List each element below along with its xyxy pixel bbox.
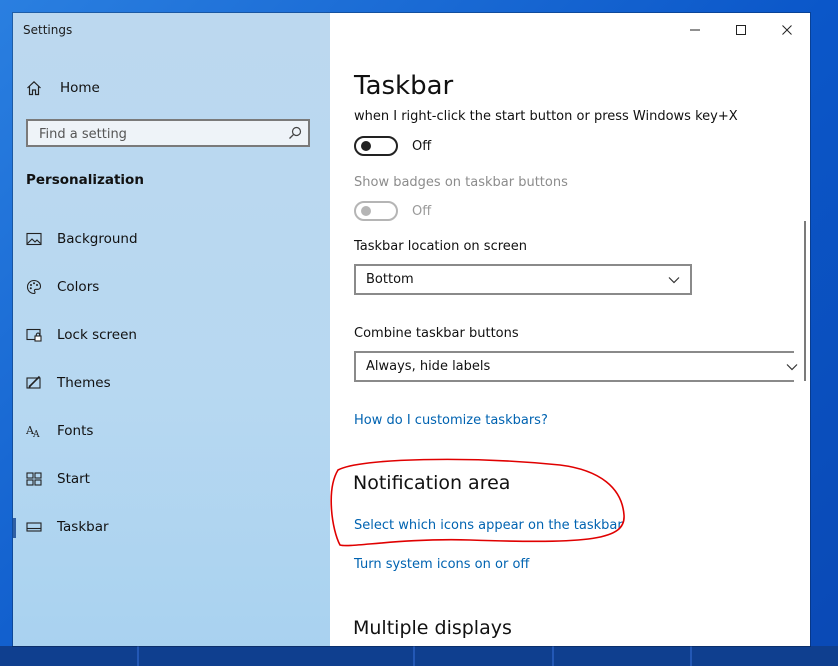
taskbar-location-select[interactable]: Bottom — [354, 264, 692, 295]
sidebar-item-colors[interactable]: Colors — [13, 272, 330, 302]
chevron-down-icon — [668, 277, 680, 284]
settings-window: Settings Home Personalization Background — [13, 13, 810, 646]
select-value: Bottom — [366, 272, 414, 287]
active-indicator — [13, 518, 16, 538]
sidebar-item-label: Colors — [57, 279, 100, 295]
page-title: Taskbar — [354, 71, 454, 101]
location-label: Taskbar location on screen — [354, 239, 528, 254]
sidebar-item-label: Lock screen — [57, 327, 137, 343]
combine-label: Combine taskbar buttons — [354, 326, 519, 341]
main-content: Taskbar when I right-click the start but… — [330, 13, 810, 646]
notification-area-heading: Notification area — [353, 472, 511, 494]
svg-text:A: A — [32, 430, 40, 439]
taskbar-divider — [137, 646, 139, 666]
customize-taskbars-link[interactable]: How do I customize taskbars? — [354, 413, 548, 428]
start-icon — [26, 472, 42, 486]
themes-icon — [26, 375, 41, 389]
taskbar-divider — [552, 646, 554, 666]
windows-taskbar — [0, 646, 838, 666]
home-icon — [27, 80, 41, 96]
combine-buttons-select[interactable]: Always, hide labels — [354, 351, 798, 382]
badges-toggle — [354, 201, 398, 221]
sidebar-item-lock-screen[interactable]: Lock screen — [13, 320, 330, 350]
sidebar-item-fonts[interactable]: A A Fonts — [13, 416, 330, 446]
minimize-icon — [690, 29, 700, 31]
sidebar-item-taskbar[interactable]: Taskbar — [13, 512, 330, 542]
sidebar-item-themes[interactable]: Themes — [13, 368, 330, 398]
toggle-state-label: Off — [412, 203, 432, 219]
window-controls — [672, 13, 810, 47]
search-icon[interactable] — [288, 126, 302, 140]
close-icon — [782, 25, 792, 35]
sidebar-item-start[interactable]: Start — [13, 464, 330, 494]
taskbar-divider — [690, 646, 692, 666]
search-box — [26, 119, 310, 147]
sidebar-section-title: Personalization — [26, 172, 144, 188]
chevron-down-icon — [786, 364, 798, 371]
sidebar-item-label: Taskbar — [57, 519, 109, 535]
toggle-knob — [361, 141, 371, 151]
lock-screen-icon — [26, 328, 42, 342]
nav-home[interactable]: Home — [26, 77, 316, 99]
select-value: Always, hide labels — [366, 359, 491, 374]
sidebar-item-label: Background — [57, 231, 138, 247]
taskbar-divider — [413, 646, 415, 666]
search-input[interactable] — [37, 124, 281, 144]
palette-icon — [26, 279, 42, 295]
scrollbar-thumb[interactable] — [804, 221, 806, 381]
minimize-button[interactable] — [672, 13, 718, 47]
toggle-knob — [361, 206, 371, 216]
taskbar-icon — [26, 522, 42, 532]
badges-toggle-row: Off — [354, 201, 431, 221]
close-button[interactable] — [764, 13, 810, 47]
maximize-icon — [736, 25, 746, 35]
badges-label: Show badges on taskbar buttons — [354, 175, 568, 190]
powershell-toggle[interactable] — [354, 136, 398, 156]
sidebar-item-label: Themes — [57, 375, 111, 391]
sidebar: Settings Home Personalization Background — [13, 13, 330, 646]
multiple-displays-heading: Multiple displays — [353, 617, 512, 639]
system-icons-link[interactable]: Turn system icons on or off — [354, 557, 529, 572]
maximize-button[interactable] — [718, 13, 764, 47]
sidebar-item-label: Fonts — [57, 423, 94, 439]
powershell-toggle-row: Off — [354, 136, 431, 156]
image-icon — [26, 232, 42, 246]
fonts-icon: A A — [26, 424, 40, 439]
sidebar-item-background[interactable]: Background — [13, 224, 330, 254]
nav-home-label: Home — [60, 80, 100, 96]
powershell-description: when I right-click the start button or p… — [354, 109, 738, 124]
select-icons-link[interactable]: Select which icons appear on the taskbar — [354, 518, 623, 533]
sidebar-item-label: Start — [57, 471, 90, 487]
window-title: Settings — [23, 23, 73, 37]
toggle-state-label: Off — [412, 138, 432, 154]
